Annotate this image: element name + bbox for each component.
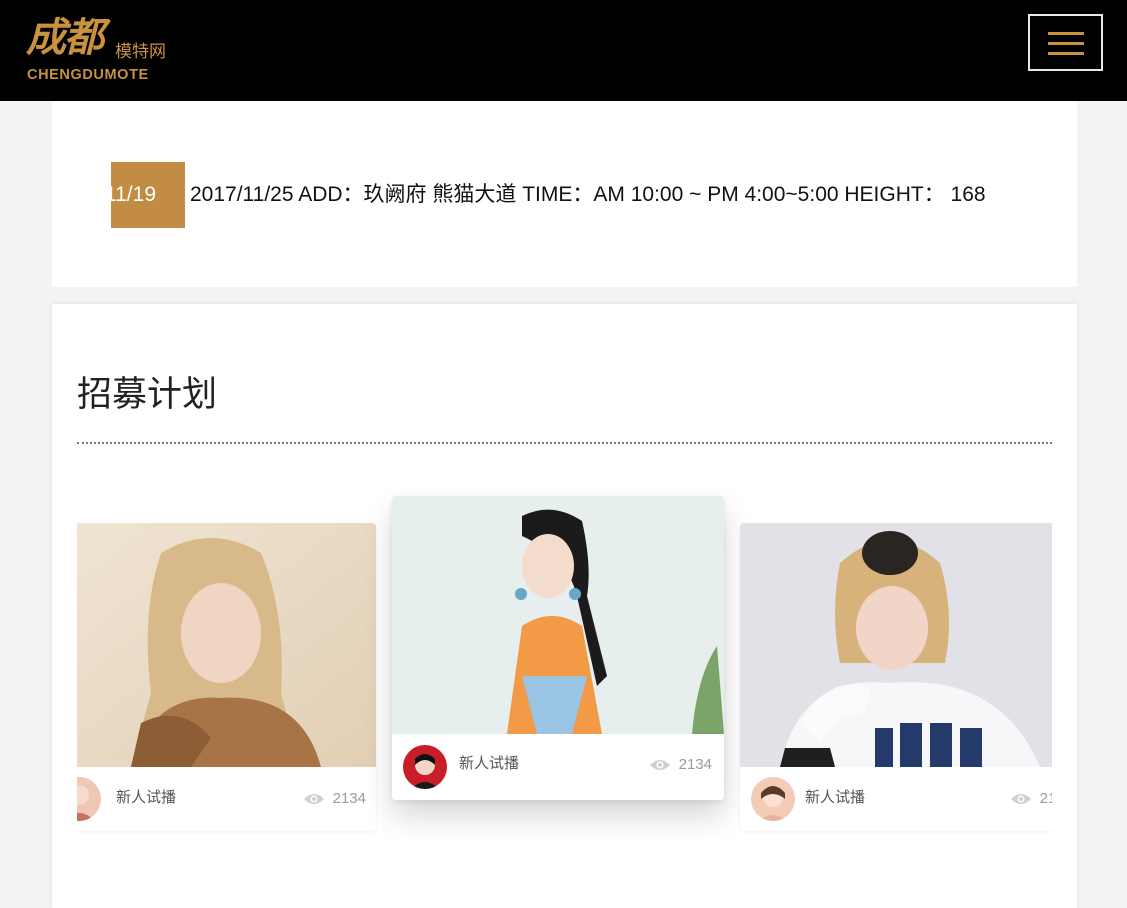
hamburger-menu-icon (1048, 32, 1084, 35)
section-title: 招募计划 (77, 375, 218, 414)
view-count-value: 2134 (332, 790, 366, 807)
view-count: 2134 (1010, 790, 1052, 808)
view-count-value: 2134 (1039, 790, 1052, 807)
view-count: 2134 (303, 790, 366, 808)
top-header: 成都 模特网 CHENGDUMOTE (0, 0, 1127, 101)
model-photo[interactable] (77, 523, 376, 767)
logo-english: CHENGDUMOTE (27, 67, 149, 83)
eye-icon (303, 794, 324, 804)
menu-bar-middle (1048, 42, 1084, 45)
avatar[interactable] (403, 745, 447, 789)
model-photo[interactable] (740, 523, 1052, 767)
model-card[interactable]: 新人试播 2134 (77, 523, 376, 831)
avatar[interactable] (77, 777, 101, 821)
card-footer: 新人试播 2134 (740, 767, 1052, 831)
eye-icon (1010, 794, 1031, 804)
card-title[interactable]: 新人试播 (805, 789, 865, 807)
notice-panel: 11/19 2017/11/25 ADD：玖阙府 熊猫大道 TIME：AM 10… (52, 101, 1077, 287)
model-carousel[interactable]: 新人试播 2134 新人试播 2134 新人试播 2 (77, 484, 1052, 844)
card-footer: 新人试播 2134 (392, 734, 724, 800)
hamburger-menu-button[interactable] (1028, 14, 1103, 71)
model-card[interactable]: 新人试播 2134 (740, 523, 1052, 831)
card-footer: 新人试播 2134 (77, 767, 376, 831)
model-photo[interactable] (392, 496, 724, 734)
notice-text: 2017/11/25 ADD：玖阙府 熊猫大道 TIME：AM 10:00 ~ … (190, 183, 986, 206)
card-title[interactable]: 新人试播 (459, 755, 519, 773)
notice-date-tag: 11/19 (111, 162, 185, 228)
menu-bar-bottom (1048, 52, 1084, 55)
view-count: 2134 (649, 756, 712, 774)
notice-date-text: 11/19 (111, 183, 156, 206)
model-card-active[interactable]: 新人试播 2134 (392, 496, 724, 800)
notice-marquee[interactable]: 2017/11/25 ADD：玖阙府 熊猫大道 TIME：AM 10:00 ~ … (190, 180, 1018, 212)
logo-chinese-sub: 模特网 (115, 42, 166, 61)
recruitment-section: 招募计划 新人试播 2134 新人试播 2134 新人试播 2 (52, 304, 1077, 908)
section-divider (77, 442, 1052, 444)
view-count-value: 2134 (678, 756, 712, 773)
card-title[interactable]: 新人试播 (116, 789, 176, 807)
eye-icon (649, 760, 670, 770)
site-logo[interactable]: 成都 模特网 CHENGDUMOTE (26, 14, 186, 86)
logo-chinese-main: 成都 (26, 14, 104, 61)
avatar[interactable] (751, 777, 795, 821)
